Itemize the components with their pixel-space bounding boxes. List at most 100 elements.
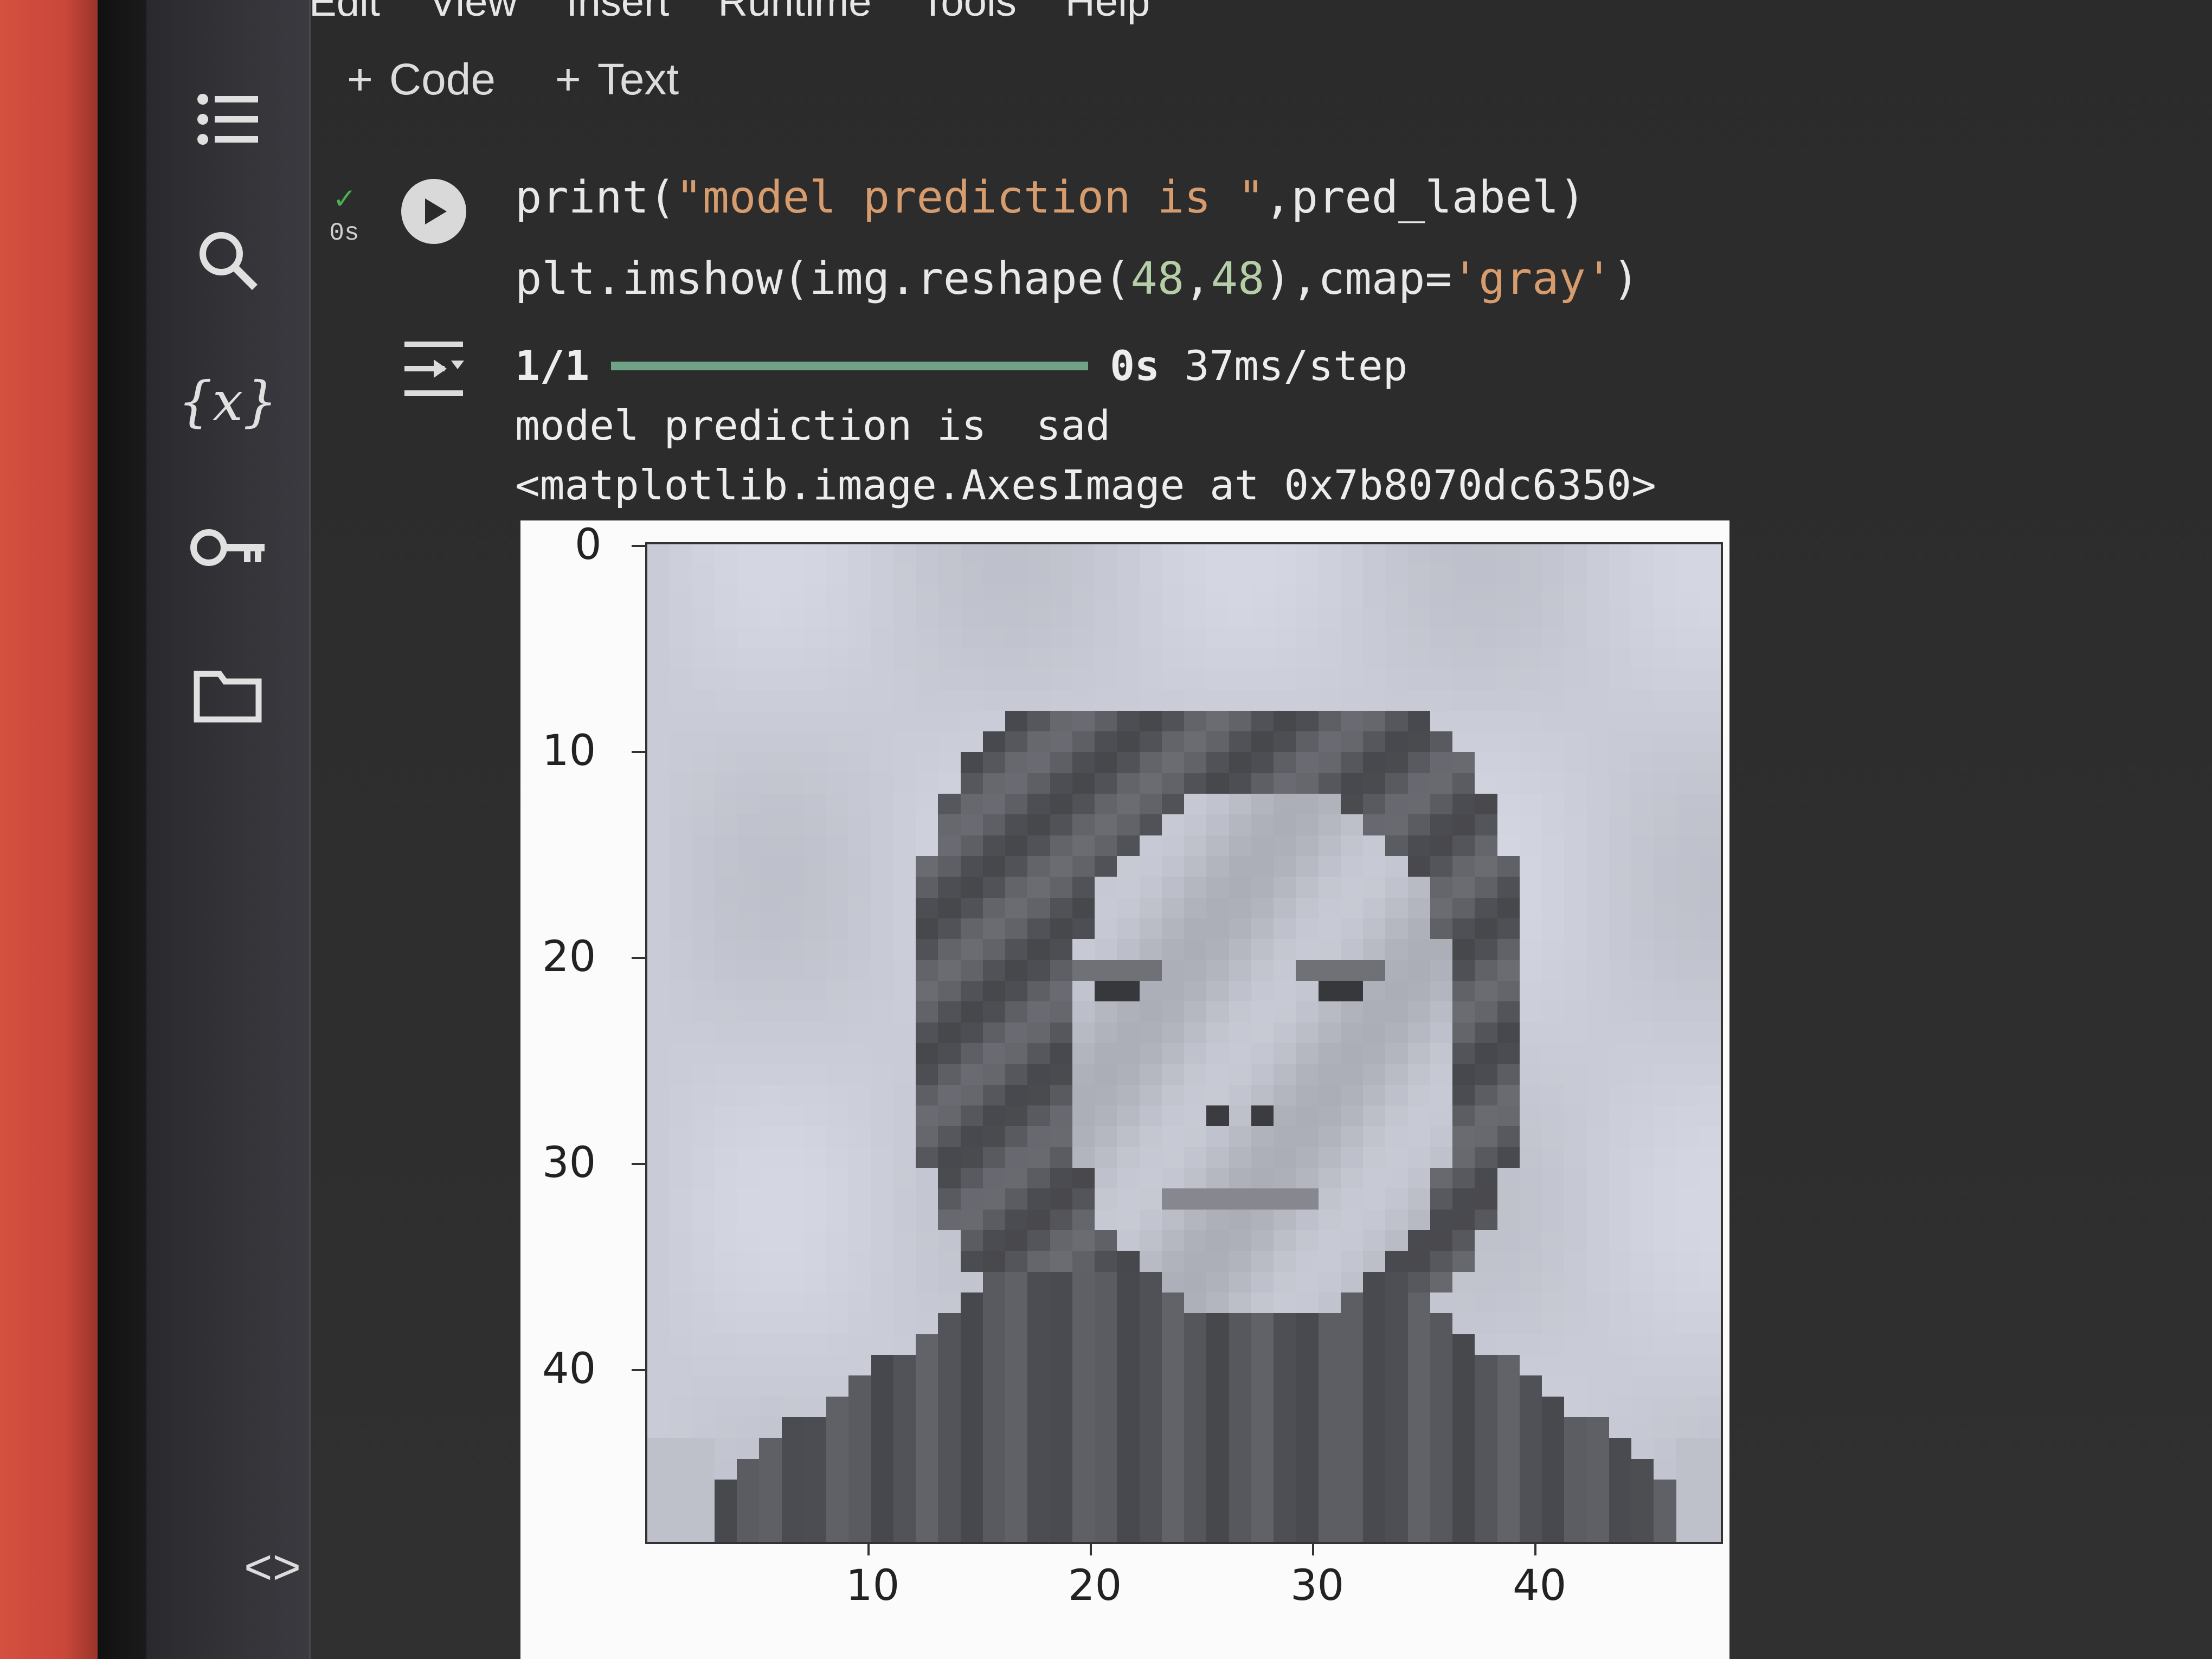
- search-icon[interactable]: [190, 222, 266, 298]
- image-pixel: [1609, 627, 1632, 649]
- image-pixel: [1139, 1168, 1162, 1189]
- image-pixel: [1340, 773, 1364, 794]
- image-pixel: [692, 752, 715, 774]
- image-pixel: [982, 1209, 1006, 1231]
- image-pixel: [759, 1438, 782, 1459]
- image-pixel: [1609, 1375, 1632, 1397]
- image-pixel: [1139, 960, 1162, 981]
- add-text-button[interactable]: + Text: [555, 54, 679, 105]
- image-pixel: [692, 1375, 715, 1397]
- image-pixel: [1251, 1188, 1274, 1210]
- image-pixel: [1407, 565, 1431, 587]
- menu-help[interactable]: Help: [1065, 0, 1150, 65]
- image-pixel: [670, 835, 693, 857]
- variables-icon[interactable]: {x}: [178, 363, 278, 439]
- image-pixel: [1117, 814, 1140, 836]
- image-pixel: [826, 1188, 850, 1210]
- image-pixel: [1139, 565, 1162, 587]
- files-folder-icon[interactable]: [190, 656, 266, 732]
- image-pixel: [781, 1521, 805, 1542]
- image-pixel: [1229, 565, 1252, 587]
- image-pixel: [871, 1064, 894, 1085]
- image-pixel: [938, 710, 961, 732]
- checkmark-icon: ✓: [334, 182, 355, 219]
- image-pixel: [1654, 1417, 1677, 1439]
- image-pixel: [1027, 1375, 1051, 1397]
- image-pixel: [1161, 918, 1185, 940]
- image-pixel: [982, 1521, 1006, 1542]
- image-pixel: [1161, 565, 1185, 587]
- image-pixel: [1340, 1355, 1364, 1377]
- image-pixel: [1430, 877, 1453, 898]
- image-pixel: [1631, 1355, 1655, 1377]
- add-code-button[interactable]: + Code: [347, 54, 496, 105]
- image-pixel: [1475, 960, 1498, 981]
- code-editor[interactable]: print("model prediction is ",pred_label)…: [515, 157, 1639, 320]
- image-pixel: [1229, 1500, 1252, 1522]
- image-pixel: [1519, 710, 1542, 732]
- image-pixel: [1475, 710, 1498, 732]
- image-pixel: [1452, 1001, 1476, 1023]
- image-pixel: [1340, 586, 1364, 607]
- image-pixel: [1296, 1417, 1319, 1439]
- image-pixel: [1609, 690, 1632, 711]
- image-pixel: [1586, 1084, 1610, 1106]
- image-pixel: [781, 586, 805, 607]
- image-pixel: [982, 690, 1006, 711]
- image-pixel: [848, 1168, 872, 1189]
- image-pixel: [737, 1293, 760, 1314]
- image-pixel: [871, 1230, 894, 1252]
- image-pixel: [1274, 1126, 1297, 1148]
- image-pixel: [982, 1251, 1006, 1272]
- code-snippets-icon[interactable]: <>: [244, 1540, 301, 1596]
- image-pixel: [759, 1396, 782, 1418]
- image-pixel: [1005, 1313, 1028, 1335]
- image-pixel: [1229, 1438, 1252, 1459]
- image-pixel: [1430, 1168, 1453, 1189]
- image-pixel: [1251, 1105, 1274, 1127]
- image-pixel: [670, 1105, 693, 1127]
- image-pixel: [1452, 1168, 1476, 1189]
- image-pixel: [1296, 1022, 1319, 1044]
- image-pixel: [871, 1396, 894, 1418]
- image-pixel: [1296, 1147, 1319, 1168]
- image-pixel: [848, 1480, 872, 1501]
- image-pixel: [938, 1147, 961, 1168]
- run-cell-button[interactable]: [401, 179, 466, 244]
- image-pixel: [781, 565, 805, 587]
- image-pixel: [670, 565, 693, 587]
- image-pixel: [759, 960, 782, 981]
- image-pixel: [1475, 1271, 1498, 1293]
- image-pixel: [848, 1500, 872, 1522]
- image-pixel: [938, 1271, 961, 1293]
- image-pixel: [803, 1355, 827, 1377]
- image-pixel: [1452, 1500, 1476, 1522]
- image-pixel: [781, 981, 805, 1002]
- image-pixel: [737, 1126, 760, 1148]
- image-pixel: [826, 1168, 850, 1189]
- image-pixel: [737, 1147, 760, 1168]
- image-pixel: [692, 1230, 715, 1252]
- image-pixel: [737, 690, 760, 711]
- image-pixel: [803, 856, 827, 878]
- image-pixel: [1318, 1334, 1341, 1355]
- image-pixel: [759, 1064, 782, 1085]
- image-pixel: [692, 1521, 715, 1542]
- image-pixel: [1430, 1521, 1453, 1542]
- image-pixel: [1430, 794, 1453, 815]
- output-toggle-icon[interactable]: [396, 331, 472, 407]
- image-pixel: [1609, 856, 1632, 878]
- image-pixel: [1676, 731, 1699, 753]
- image-pixel: [982, 1375, 1006, 1397]
- image-pixel: [960, 794, 983, 815]
- image-pixel: [1698, 1188, 1721, 1210]
- menu-runtime[interactable]: Runtime: [718, 0, 871, 65]
- image-pixel: [1095, 1043, 1118, 1065]
- secrets-key-icon[interactable]: [190, 510, 266, 586]
- image-pixel: [692, 1168, 715, 1189]
- image-pixel: [960, 1500, 983, 1522]
- image-pixel: [1363, 1105, 1386, 1127]
- table-of-contents-icon[interactable]: [190, 81, 266, 157]
- image-pixel: [1497, 710, 1520, 732]
- menu-tools[interactable]: Tools: [920, 0, 1016, 65]
